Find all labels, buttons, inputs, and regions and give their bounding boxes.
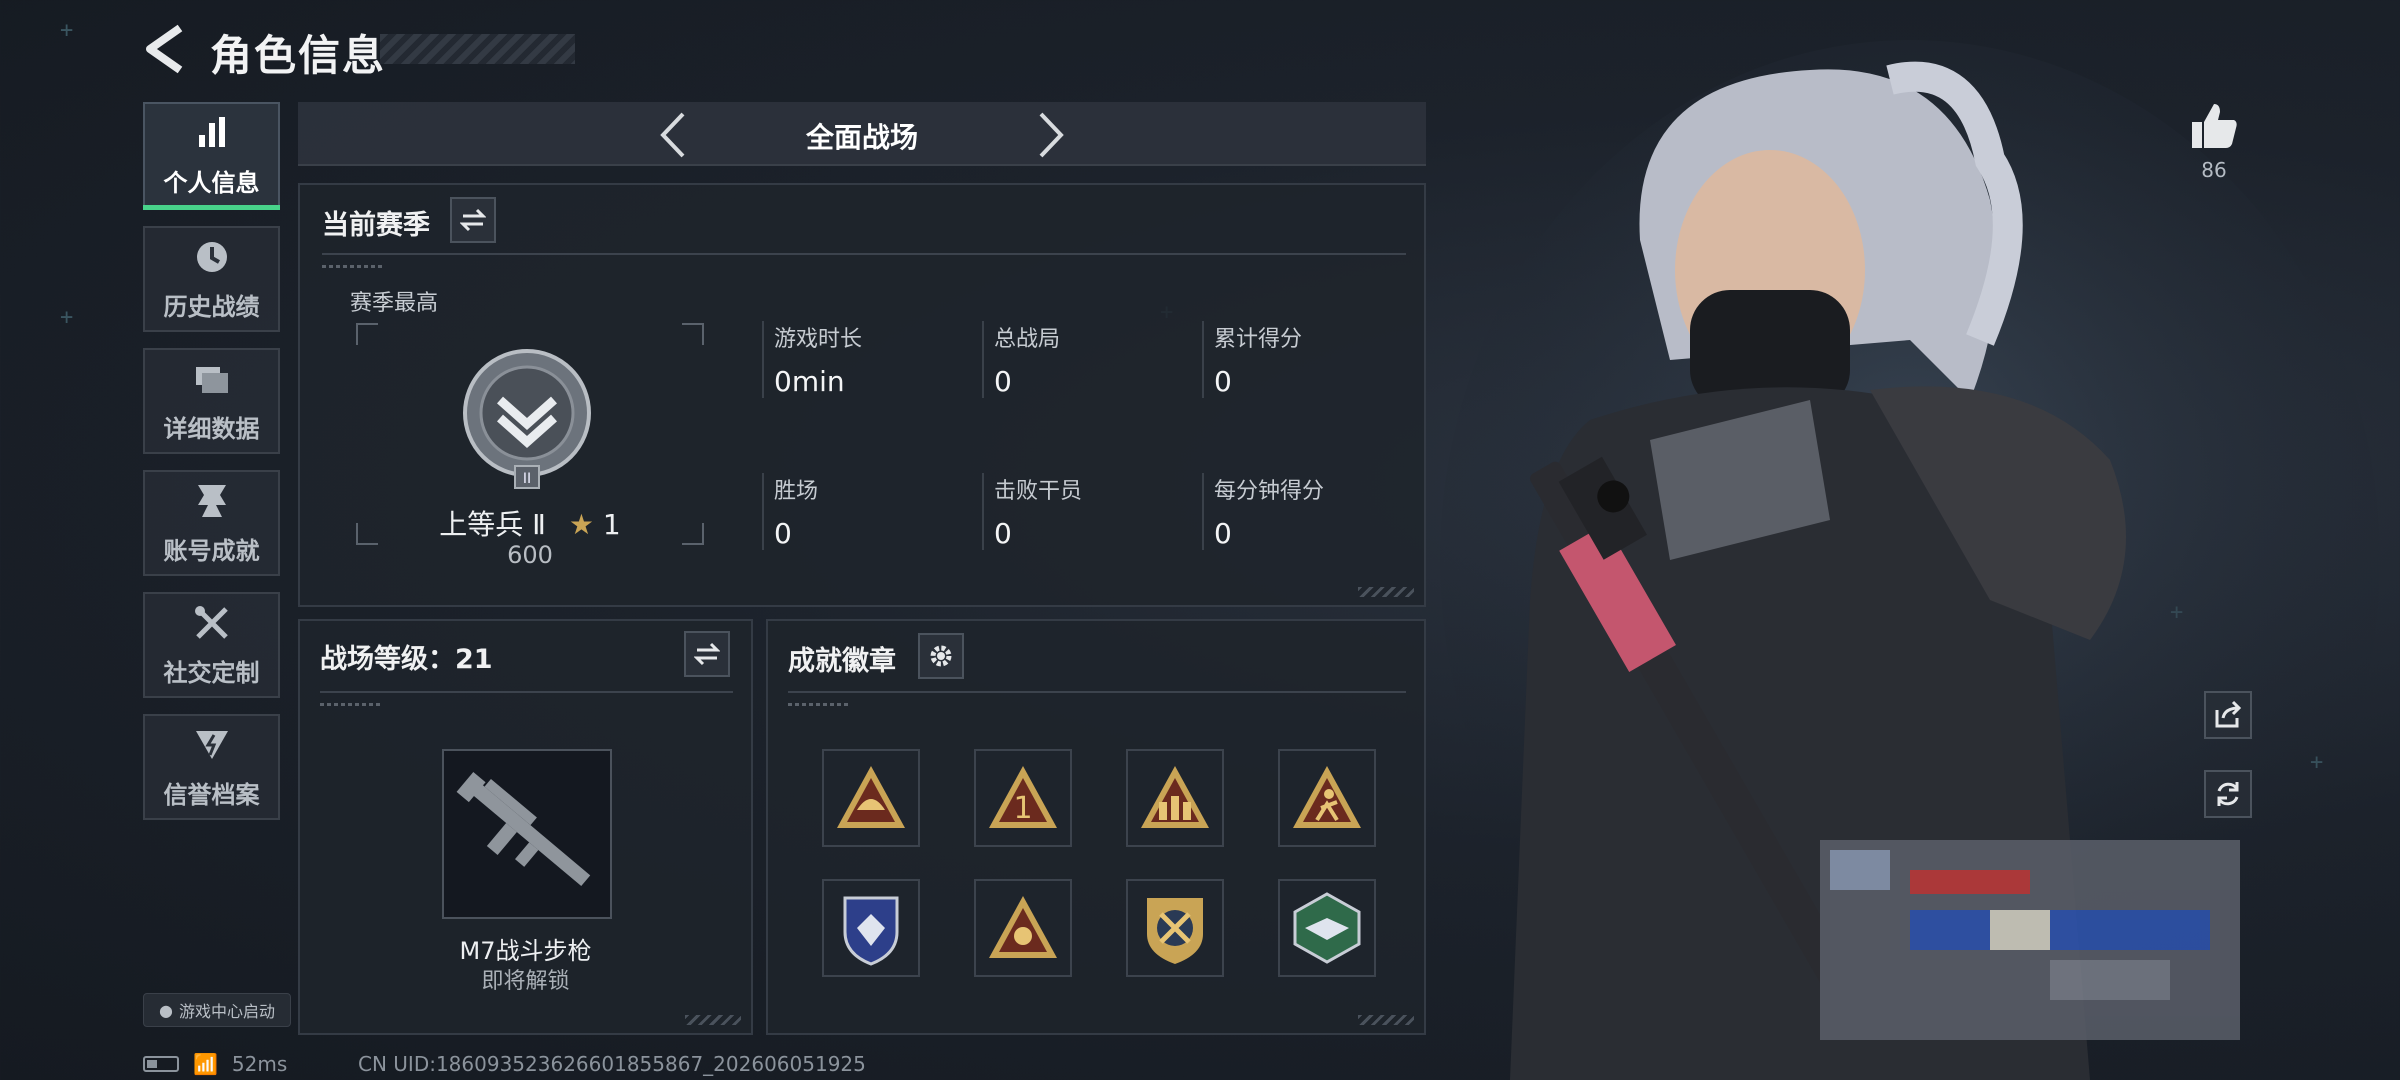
back-arrow-icon[interactable] bbox=[140, 22, 194, 76]
mode-title: 全面战场 bbox=[805, 121, 918, 154]
credit-icon bbox=[195, 730, 228, 759]
sidebar-item-history[interactable]: 历史战绩 bbox=[143, 226, 280, 332]
swap-icon bbox=[460, 208, 486, 232]
sidebar-item-label: 账号成就 bbox=[163, 536, 260, 565]
season-best-label: 赛季最高 bbox=[350, 291, 439, 316]
badge-crossed-guns-icon bbox=[1147, 898, 1203, 964]
user-uid: CN UID:186093523626601855867_20260605192… bbox=[358, 1052, 866, 1076]
history-icon bbox=[196, 241, 227, 272]
weapon-reward-slot[interactable] bbox=[442, 749, 612, 919]
sidebar-item-label: 信誉档案 bbox=[163, 780, 260, 809]
badge-slot[interactable] bbox=[1278, 879, 1376, 977]
stat-total-matches: 总战局 0 bbox=[982, 321, 1060, 398]
sidebar-item-label: 历史战绩 bbox=[163, 292, 260, 321]
badge-shield-icon bbox=[843, 896, 899, 966]
divider bbox=[322, 253, 1406, 255]
character-portrait bbox=[1440, 40, 2380, 1080]
chevron-right-icon[interactable] bbox=[1031, 110, 1071, 160]
badge-settings-button[interactable] bbox=[918, 633, 964, 679]
badge-helmet-icon bbox=[837, 766, 905, 828]
bar-chart-icon bbox=[198, 116, 225, 147]
game-center-launch-badge[interactable]: ● 游戏中心启动 bbox=[143, 993, 291, 1027]
sidebar-item-label: 个人信息 bbox=[163, 168, 260, 197]
achievement-badges-panel: 成就徽章 1 bbox=[766, 619, 1426, 1035]
launch-label: 游戏中心启动 bbox=[178, 1002, 275, 1021]
rank-stars: 1 bbox=[602, 508, 621, 541]
battery-icon bbox=[143, 1056, 179, 1072]
badge-slot[interactable] bbox=[1126, 749, 1224, 847]
rank-emblem-icon: II bbox=[463, 349, 591, 489]
sidebar-item-personal-info[interactable]: 个人信息 bbox=[143, 102, 280, 210]
badge-slot[interactable] bbox=[822, 879, 920, 977]
badge-emblem-icon bbox=[989, 896, 1057, 958]
sidebar-item-achievements[interactable]: 账号成就 bbox=[143, 470, 280, 576]
ping-value: 52ms bbox=[231, 1052, 288, 1076]
badge-slot[interactable] bbox=[1278, 749, 1376, 847]
stat-play-time: 游戏时长 0min bbox=[762, 321, 862, 398]
achievement-icon bbox=[197, 484, 226, 517]
share-icon bbox=[2215, 700, 2242, 728]
folder-icon bbox=[195, 366, 228, 393]
thumbs-up-icon[interactable] bbox=[2186, 98, 2242, 154]
stat-kills: 击败干员 0 bbox=[982, 473, 1082, 550]
season-panel: 当前赛季 赛季最高 II 上等兵 Ⅱ ★ 1 600 游戏时长 0min 总战局… bbox=[298, 183, 1426, 607]
badge-slot[interactable]: 1 bbox=[974, 749, 1072, 847]
badges-title: 成就徽章 bbox=[788, 646, 896, 677]
svg-text:1: 1 bbox=[1013, 791, 1032, 826]
badge-eagle-icon bbox=[1293, 892, 1361, 964]
sidebar-item-details[interactable]: 详细数据 bbox=[143, 348, 280, 454]
stat-score-per-minute: 每分钟得分 0 bbox=[1202, 473, 1324, 550]
badge-runner-icon bbox=[1293, 766, 1361, 828]
sidebar-item-label: 社交定制 bbox=[163, 658, 260, 687]
decor-cross: + bbox=[60, 18, 74, 43]
svg-text:II: II bbox=[523, 471, 531, 487]
sidebar-item-social[interactable]: 社交定制 bbox=[143, 592, 280, 698]
tools-icon bbox=[194, 605, 228, 639]
refresh-icon bbox=[2217, 782, 2239, 806]
badge-slot[interactable] bbox=[822, 749, 920, 847]
badge-soldiers-icon bbox=[1141, 766, 1209, 828]
battlefield-level-panel: 战场等级：21 M7战斗步枪 即将解锁 bbox=[298, 619, 753, 1035]
badge-slot[interactable] bbox=[1126, 879, 1224, 977]
swap-icon bbox=[694, 642, 720, 666]
penguin-icon: ● bbox=[159, 1000, 173, 1020]
rank-name-text: 上等兵 Ⅱ bbox=[439, 508, 546, 541]
share-button[interactable] bbox=[2204, 691, 2252, 739]
wifi-icon: 📶 bbox=[193, 1052, 218, 1076]
rank-points: 600 bbox=[507, 541, 553, 569]
like-count: 86 bbox=[2201, 158, 2227, 182]
decor-dash bbox=[320, 703, 380, 706]
decor-corner bbox=[685, 1015, 741, 1025]
season-title: 当前赛季 bbox=[322, 210, 430, 241]
mode-selector: 全面战场 bbox=[298, 102, 1426, 166]
status-footer: 📶 52ms bbox=[143, 1052, 287, 1076]
badge-slot[interactable] bbox=[974, 879, 1072, 977]
swap-level-button[interactable] bbox=[684, 631, 730, 677]
stat-wins: 胜场 0 bbox=[762, 473, 818, 550]
divider bbox=[320, 691, 733, 693]
rifle-icon bbox=[456, 771, 591, 887]
stat-total-score: 累计得分 0 bbox=[1202, 321, 1302, 398]
star-icon: ★ bbox=[568, 508, 594, 541]
sidebar-item-label: 详细数据 bbox=[163, 414, 260, 443]
refresh-button[interactable] bbox=[2204, 770, 2252, 818]
weapon-name: M7战斗步枪 bbox=[459, 937, 592, 965]
rank-name: 上等兵 Ⅱ ★ 1 bbox=[380, 503, 680, 543]
sidebar-item-credit[interactable]: 信誉档案 bbox=[143, 714, 280, 820]
swap-season-button[interactable] bbox=[450, 197, 496, 243]
divider bbox=[788, 691, 1406, 693]
weapon-unlock-status: 即将解锁 bbox=[481, 969, 570, 994]
badge-rank-one-icon: 1 bbox=[989, 766, 1057, 828]
decor-dash bbox=[322, 265, 382, 268]
decor-dash bbox=[788, 703, 848, 706]
gear-icon bbox=[930, 645, 952, 667]
decor-cross: + bbox=[60, 305, 74, 330]
page-title: 角色信息 bbox=[210, 31, 387, 80]
title-decoration bbox=[380, 34, 575, 64]
level-title: 战场等级：21 bbox=[320, 644, 493, 675]
